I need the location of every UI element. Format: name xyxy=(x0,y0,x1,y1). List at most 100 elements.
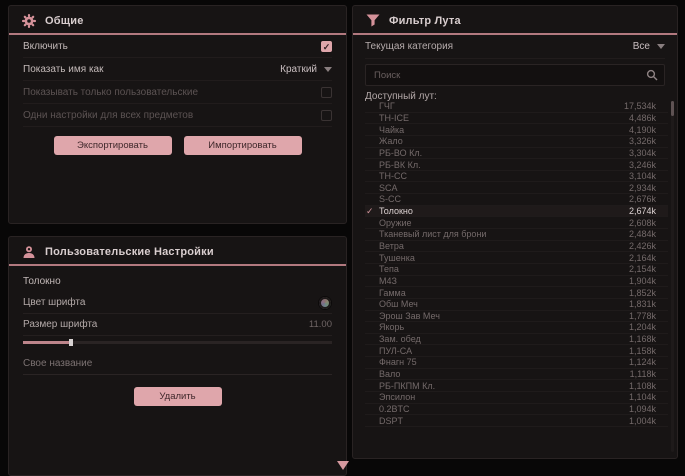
user-settings-header: Пользовательские Настройки xyxy=(9,237,346,264)
color-picker-icon[interactable] xyxy=(318,296,332,310)
same-settings-checkbox[interactable] xyxy=(321,110,332,121)
loot-item-row[interactable]: Тушенка2,164k xyxy=(365,252,668,264)
loot-item-value: 1,104k xyxy=(629,392,656,402)
gear-icon xyxy=(22,14,36,28)
loot-item-row[interactable]: Зам. обед1,168k xyxy=(365,334,668,346)
only-custom-checkbox[interactable] xyxy=(321,87,332,98)
loot-item-name: РБ-ПКПМ Кл. xyxy=(379,381,435,391)
enable-checkbox[interactable]: ✓ xyxy=(321,41,332,52)
loot-item-value: 4,486k xyxy=(629,113,656,123)
loot-item-row[interactable]: РБ-ВО Кл.3,304k xyxy=(365,148,668,160)
loot-item-name: 0.2BTC xyxy=(379,404,410,414)
loot-item-name: SCA xyxy=(379,183,398,193)
loot-item-row[interactable]: SCA2,934k xyxy=(365,182,668,194)
loot-item-row[interactable]: 0.2BTC 1,094k xyxy=(365,404,668,416)
loot-item-name: S-CC xyxy=(379,194,401,204)
custom-name-input[interactable] xyxy=(23,354,332,375)
display-name-label: Показать имя как xyxy=(23,64,103,75)
loot-item-row[interactable]: Эрош Зав Меч1,778k xyxy=(365,311,668,323)
loot-item-value: 2,164k xyxy=(629,253,656,263)
loot-item-value: 1,158k xyxy=(629,346,656,356)
loot-item-row[interactable]: Фнагн 751,124k xyxy=(365,357,668,369)
loot-item-name: Вало xyxy=(379,369,400,379)
font-color-label: Цвет шрифта xyxy=(23,297,85,308)
filter-funnel-icon xyxy=(366,14,380,27)
scrollbar-thumb[interactable] xyxy=(671,101,674,116)
loot-item-row[interactable]: ГЧГ17,534k xyxy=(365,101,668,113)
loot-item-row[interactable]: Гамма1,852k xyxy=(365,287,668,299)
loot-item-row[interactable]: Вало1,118k xyxy=(365,369,668,381)
loot-item-value: 17,534k xyxy=(624,101,656,111)
loot-item-name: Толокно xyxy=(379,206,413,216)
loot-item-row[interactable]: ПУЛ-СА1,158k xyxy=(365,345,668,357)
loot-item-name: М4З xyxy=(379,276,397,286)
loot-item-name: РБ-ВК Кл. xyxy=(379,160,421,170)
loot-item-name: Зам. обед xyxy=(379,334,421,344)
loot-item-row[interactable]: Эпсилон 1,104k xyxy=(365,392,668,404)
category-label: Текущая категория xyxy=(365,41,453,52)
loot-item-value: 2,676k xyxy=(629,194,656,204)
loot-item-name: Эпсилон xyxy=(379,392,415,402)
loot-item-row[interactable]: Ветра 2,426k xyxy=(365,241,668,253)
loot-item-value: 2,484k xyxy=(629,229,656,239)
font-size-label: Размер шрифта xyxy=(23,319,97,330)
loot-item-name: Ветра xyxy=(379,241,404,251)
category-dropdown[interactable]: Все xyxy=(633,41,665,52)
loot-item-row[interactable]: Жало 3,326k xyxy=(365,136,668,148)
display-name-dropdown[interactable]: Краткий xyxy=(280,64,332,75)
loot-list-scrollbar[interactable] xyxy=(671,101,674,452)
loot-item-row[interactable]: ТН-ICE 4,486k xyxy=(365,113,668,125)
display-name-row: Показать имя как Краткий xyxy=(23,58,332,81)
loot-item-value: 2,674k xyxy=(629,206,656,216)
loot-item-row[interactable]: DSPT1,004k xyxy=(365,415,668,427)
loot-item-row[interactable]: ✓ Толокно 2,674k xyxy=(365,206,668,218)
font-size-row: Размер шрифта 11.00 xyxy=(23,314,332,336)
loot-item-name: ТН-ICE xyxy=(379,113,409,123)
general-panel: Общие Включить ✓ Показать имя как Кратки… xyxy=(8,5,347,224)
category-value: Все xyxy=(633,41,650,52)
only-custom-row: Показывать только пользовательские xyxy=(23,81,332,104)
loot-item-row[interactable]: Обш Меч1,831k xyxy=(365,299,668,311)
collapse-handle-icon[interactable] xyxy=(337,461,349,470)
search-icon[interactable] xyxy=(646,69,658,81)
loot-item-value: 4,190k xyxy=(629,125,656,135)
user-settings-panel: Пользовательские Настройки Толокно Цвет … xyxy=(8,236,347,476)
export-button[interactable]: Экспортировать xyxy=(54,136,172,155)
enable-label: Включить xyxy=(23,41,68,52)
loot-item-value: 1,004k xyxy=(629,416,656,426)
loot-item-value: 3,326k xyxy=(629,136,656,146)
loot-item-name: РБ-ВО Кл. xyxy=(379,148,422,158)
loot-item-row[interactable]: Чайка4,190k xyxy=(365,124,668,136)
loot-item-name: Жало xyxy=(379,136,403,146)
same-settings-label: Одни настройки для всех предметов xyxy=(23,110,193,121)
loot-item-row[interactable]: Оружие2,608k xyxy=(365,217,668,229)
loot-item-name: Эрош Зав Меч xyxy=(379,311,440,321)
loot-item-row[interactable]: РБ-ВК Кл. 3,246k xyxy=(365,159,668,171)
loot-item-row[interactable]: М4З1,904k xyxy=(365,276,668,288)
loot-item-value: 3,246k xyxy=(629,160,656,170)
loot-item-row[interactable]: Якорь1,204k xyxy=(365,322,668,334)
loot-item-row[interactable]: РБ-ПКПМ Кл.1,108k xyxy=(365,380,668,392)
font-size-slider[interactable] xyxy=(23,341,332,344)
loot-item-name: Тканевый лист для брони xyxy=(379,229,486,239)
check-icon: ✓ xyxy=(366,206,374,217)
font-size-value: 11.00 xyxy=(309,319,332,330)
selected-item-name: Толокно xyxy=(9,266,346,292)
loot-item-row[interactable]: ТН-СС3,104k xyxy=(365,171,668,183)
search-input[interactable] xyxy=(372,69,640,82)
loot-item-value: 3,104k xyxy=(629,171,656,181)
import-button[interactable]: Импортировать xyxy=(184,136,302,155)
loot-item-name: Якорь xyxy=(379,322,404,332)
delete-button[interactable]: Удалить xyxy=(134,387,222,406)
slider-thumb[interactable] xyxy=(69,339,73,346)
loot-item-row[interactable]: Тепа2,154k xyxy=(365,264,668,276)
loot-item-row[interactable]: Тканевый лист для брони 2,484k xyxy=(365,229,668,241)
loot-item-row[interactable]: S-CC 2,676k xyxy=(365,194,668,206)
search-box xyxy=(365,64,665,86)
slider-fill xyxy=(23,341,69,344)
loot-item-value: 2,426k xyxy=(629,241,656,251)
loot-item-name: Тепа xyxy=(379,264,399,274)
loot-item-name: Гамма xyxy=(379,288,406,298)
general-panel-title: Общие xyxy=(45,15,84,27)
loot-item-value: 1,094k xyxy=(629,404,656,414)
